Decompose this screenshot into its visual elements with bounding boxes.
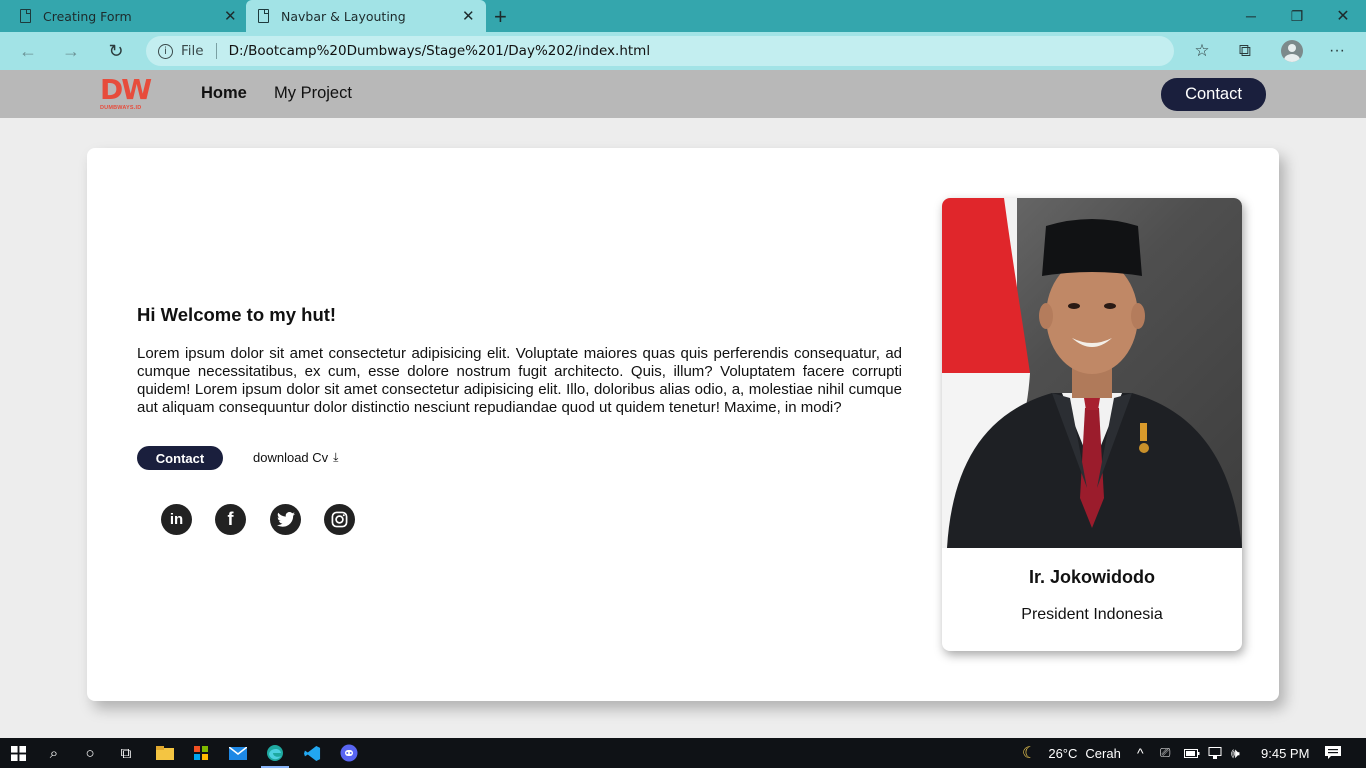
network-icon[interactable]: [1207, 738, 1223, 768]
hero-heading: Hi Welcome to my hut!: [137, 304, 337, 325]
twitter-icon[interactable]: [270, 504, 301, 535]
edge-icon[interactable]: [257, 738, 293, 768]
store-icon[interactable]: [183, 738, 219, 768]
search-icon[interactable]: ⌕: [36, 738, 72, 768]
weather-condition: Cerah: [1085, 745, 1121, 761]
discord-icon[interactable]: [331, 738, 367, 768]
clock[interactable]: 9:45 PM: [1261, 738, 1309, 768]
forward-icon[interactable]: →: [58, 39, 84, 63]
close-tab-icon[interactable]: ✕: [224, 7, 237, 25]
weather-widget[interactable]: ☾ 26°C Cerah: [1022, 738, 1121, 768]
start-icon[interactable]: [0, 738, 36, 768]
notifications-icon[interactable]: [1325, 738, 1341, 768]
file-explorer-icon[interactable]: [147, 738, 183, 768]
page-icon: [258, 9, 269, 23]
restore-icon[interactable]: ❐: [1274, 0, 1320, 32]
collections-icon[interactable]: ⧉: [1232, 39, 1258, 63]
close-window-icon[interactable]: ✕: [1320, 0, 1366, 32]
browser-tab-strip: Creating Form ✕ Navbar & Layouting ✕ + ─…: [0, 0, 1366, 32]
favorites-icon[interactable]: ☆: [1189, 39, 1215, 63]
hero-contact-button[interactable]: Contact: [137, 446, 223, 470]
download-cv-link[interactable]: download Cv ⤓: [253, 450, 338, 465]
tab-navbar-layouting[interactable]: Navbar & Layouting ✕: [246, 0, 486, 32]
show-hidden-icons[interactable]: ^: [1137, 738, 1144, 768]
address-bar[interactable]: i File D:/Bootcamp%20Dumbways/Stage%201/…: [146, 36, 1174, 66]
profile-photo: [942, 198, 1242, 548]
vscode-icon[interactable]: [294, 738, 330, 768]
url-text[interactable]: D:/Bootcamp%20Dumbways/Stage%201/Day%202…: [229, 43, 650, 59]
nav-home-link[interactable]: Home: [201, 84, 247, 103]
weather-temp: 26°C: [1048, 745, 1078, 761]
dumbways-logo[interactable]: DW DUMBWAYS.ID: [100, 73, 152, 112]
download-cv-label: download Cv: [253, 450, 329, 465]
close-tab-icon[interactable]: ✕: [462, 7, 475, 25]
nav-my-project-link[interactable]: My Project: [274, 84, 352, 103]
meet-now-icon[interactable]: ⎚: [1160, 738, 1170, 768]
nav-contact-button[interactable]: Contact: [1161, 78, 1266, 111]
tab-creating-form[interactable]: Creating Form ✕: [0, 0, 246, 32]
facebook-icon[interactable]: f: [215, 504, 246, 535]
linkedin-icon[interactable]: in: [161, 504, 192, 535]
instagram-icon[interactable]: [324, 504, 355, 535]
cortana-icon[interactable]: ○: [72, 738, 108, 768]
mail-icon[interactable]: [220, 738, 256, 768]
task-view-icon[interactable]: ⧉: [108, 738, 144, 768]
info-icon[interactable]: i: [158, 43, 173, 59]
logo-mark: DW: [100, 73, 152, 106]
page-icon: [20, 9, 31, 23]
new-tab-icon[interactable]: +: [494, 4, 507, 30]
moon-icon: ☾: [1022, 745, 1037, 762]
download-icon: ⤓: [333, 450, 339, 464]
windows-taskbar: ⌕ ○ ⧉ ☾ 26°C Cerah ^ ⎚ 🕪 9:45 PM: [0, 738, 1366, 768]
volume-icon[interactable]: 🕪: [1231, 738, 1240, 768]
more-menu-icon[interactable]: ···: [1324, 39, 1350, 63]
hero-paragraph: Lorem ipsum dolor sit amet consectetur a…: [137, 345, 902, 416]
profile-title: President Indonesia: [1021, 606, 1163, 623]
divider: [215, 43, 217, 59]
tab-title: Navbar & Layouting: [281, 8, 406, 24]
refresh-icon[interactable]: ↻: [103, 39, 129, 63]
battery-icon[interactable]: [1184, 738, 1200, 768]
scheme-label: File: [181, 43, 204, 59]
back-icon[interactable]: ←: [15, 39, 41, 63]
address-toolbar: ← → ↻ i File D:/Bootcamp%20Dumbways/Stag…: [0, 32, 1366, 91]
minimize-icon[interactable]: ─: [1228, 0, 1274, 32]
tab-title: Creating Form: [43, 8, 132, 24]
profile-name: Ir. Jokowidodo: [1028, 567, 1155, 587]
profile-avatar-icon[interactable]: [1281, 40, 1303, 62]
